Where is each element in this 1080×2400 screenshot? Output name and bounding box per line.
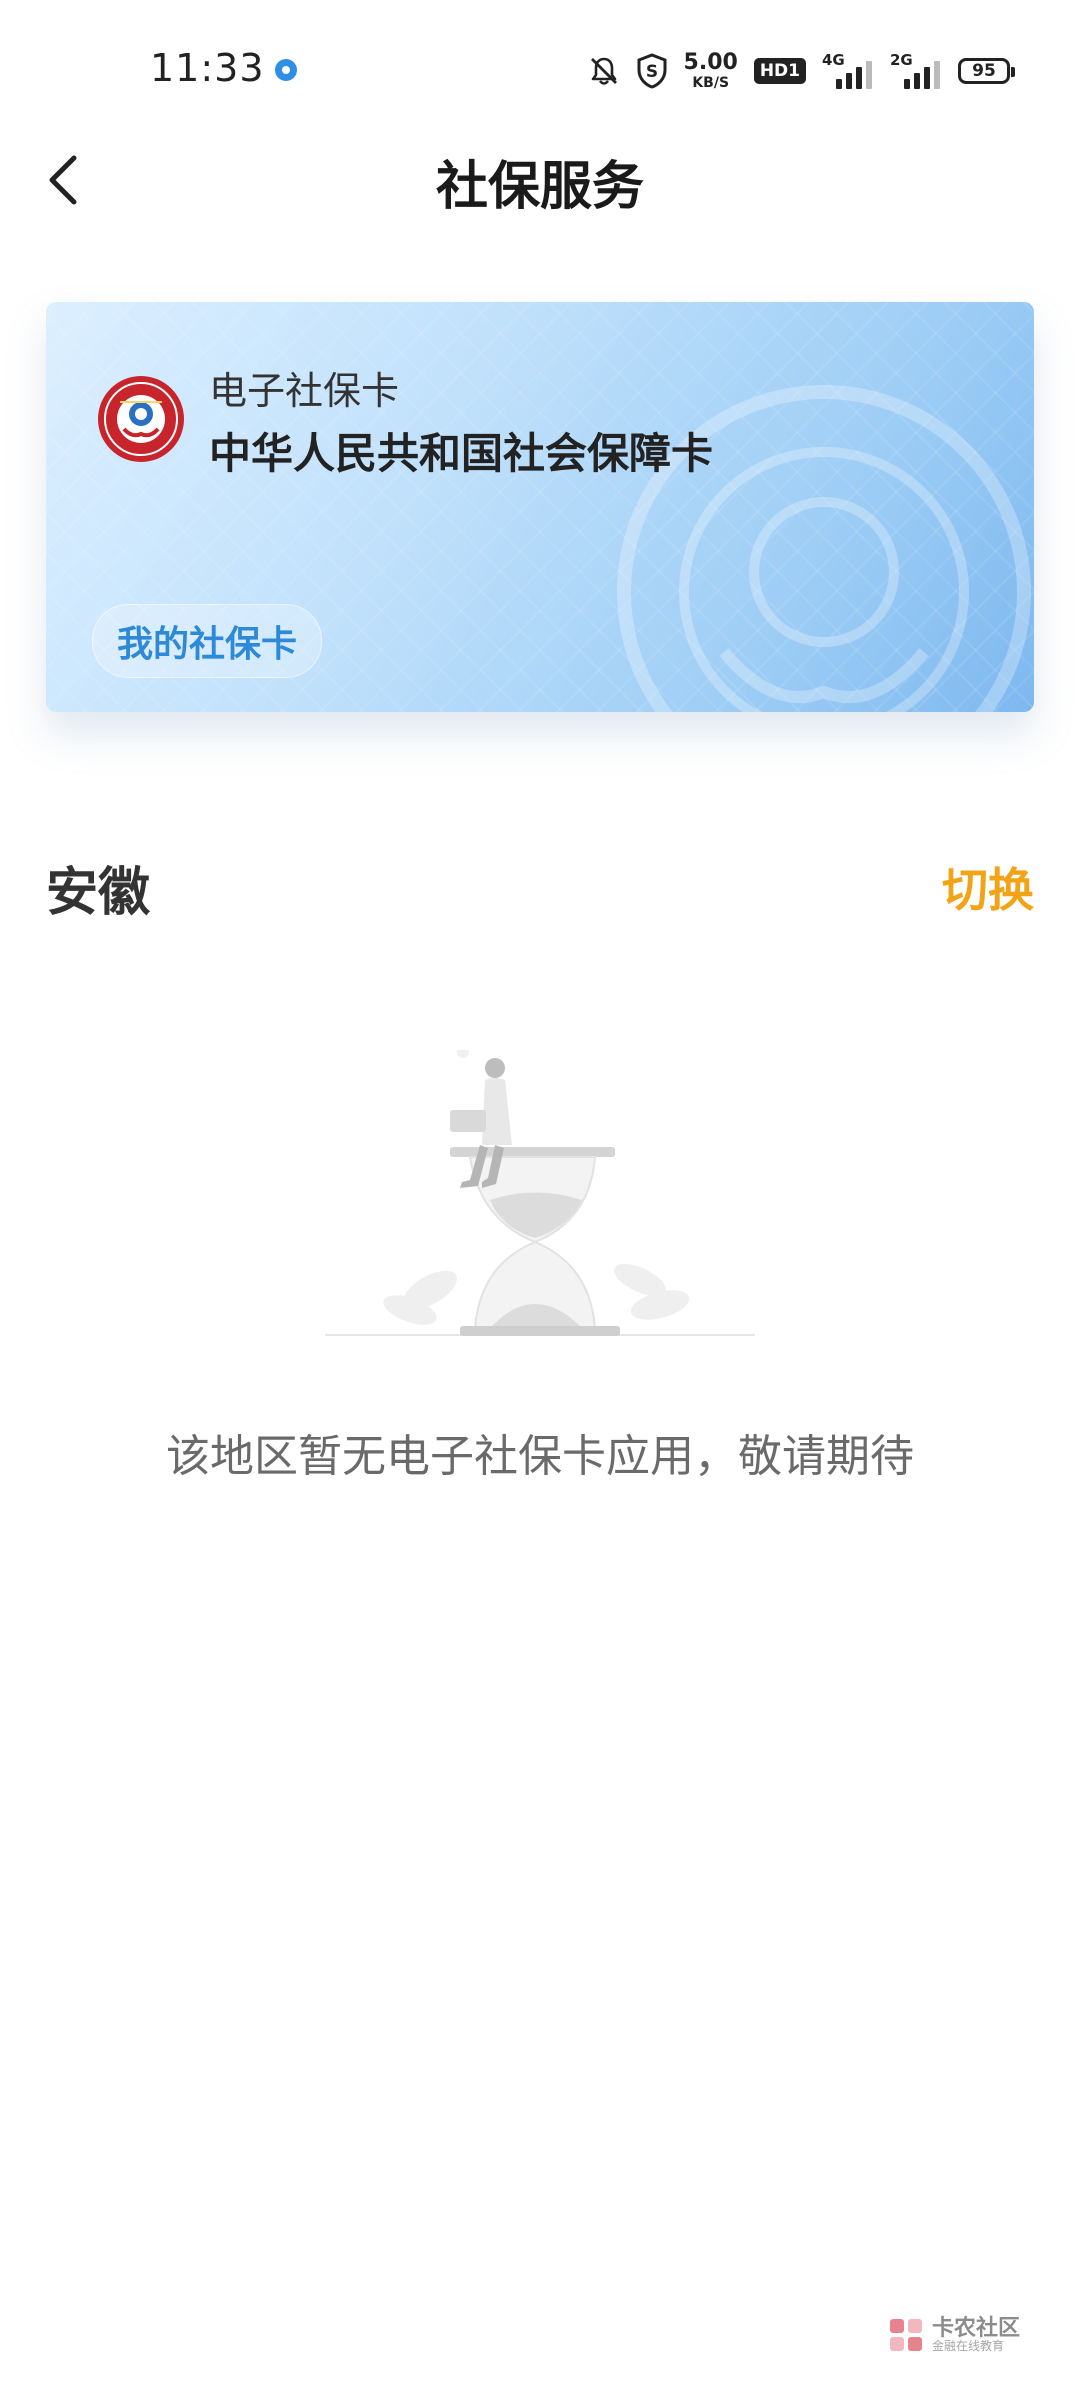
social-security-logo-icon bbox=[98, 376, 184, 462]
hourglass-person-illustration-icon bbox=[325, 1050, 755, 1336]
bell-muted-icon bbox=[588, 55, 620, 87]
status-time: 11:33 bbox=[150, 46, 265, 90]
battery-icon: 95 bbox=[958, 58, 1015, 84]
notification-dot-icon bbox=[275, 59, 297, 81]
forum-tagline: 金融在线教育 bbox=[931, 2339, 1004, 2354]
switch-region-button[interactable]: 切换 bbox=[942, 854, 1034, 920]
forum-logo-icon bbox=[889, 2319, 922, 2351]
status-bar: 11:33 S 5.00 KB/S HD1 4G 2G 95 bbox=[0, 0, 1080, 140]
hd-badge: HD1 bbox=[753, 58, 806, 84]
signal-2g-icon: 2G bbox=[890, 51, 942, 89]
status-icons: S 5.00 KB/S HD1 4G 2G 95 bbox=[588, 48, 1015, 94]
region-name: 安徽 bbox=[46, 863, 151, 923]
social-security-card[interactable]: 电子社保卡 中华人民共和国社会保障卡 我的社保卡 bbox=[46, 302, 1034, 712]
card-subtitle: 电子社保卡 bbox=[209, 369, 400, 413]
page-title: 社保服务 bbox=[435, 157, 644, 217]
signal-4g-icon: 4G bbox=[822, 51, 874, 89]
svg-text:S: S bbox=[645, 62, 657, 82]
network-speed: 5.00 KB/S bbox=[683, 50, 738, 91]
app-header: 社保服务 bbox=[0, 130, 1080, 230]
card-title: 中华人民共和国社会保障卡 bbox=[209, 429, 714, 478]
my-social-security-card-button[interactable]: 我的社保卡 bbox=[92, 604, 323, 678]
forum-watermark: 卡农社区 金融在线教育 bbox=[888, 2310, 1020, 2360]
forum-name: 卡农社区 bbox=[931, 2316, 1020, 2342]
empty-state-message: 该地区暂无电子社保卡应用，敬请期待 bbox=[166, 1431, 914, 1482]
shield-s-icon: S bbox=[636, 53, 668, 89]
